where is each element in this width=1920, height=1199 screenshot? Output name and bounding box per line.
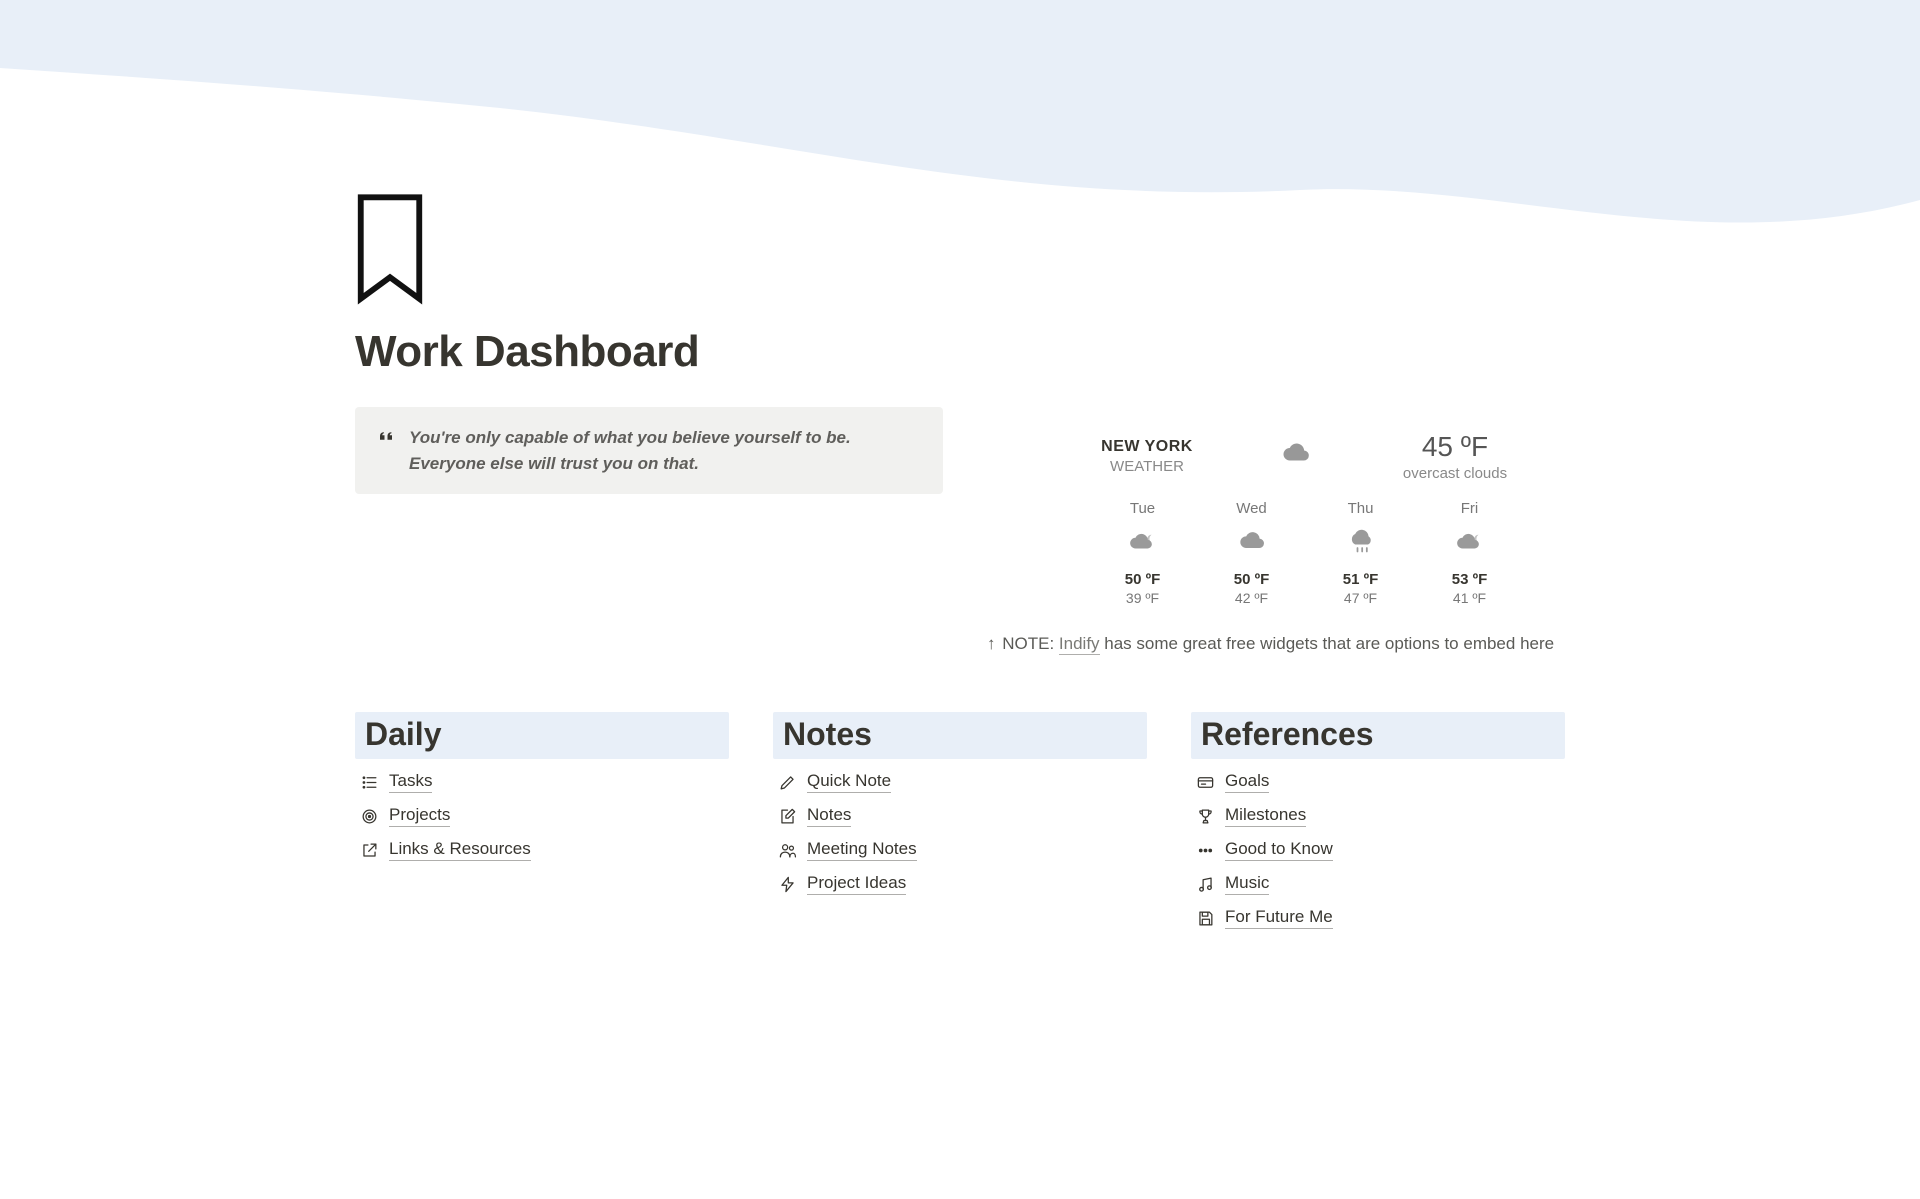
page-link[interactable]: Projects (355, 803, 729, 829)
page-link[interactable]: Links & Resources (355, 837, 729, 863)
section-heading[interactable]: Notes (773, 712, 1147, 759)
people-icon (777, 840, 797, 860)
dots-icon (1195, 840, 1215, 860)
list-icon (359, 772, 379, 792)
target-icon (359, 806, 379, 826)
quote-callout[interactable]: You're only capable of what you believe … (355, 407, 943, 494)
cloud-icon (1097, 527, 1188, 561)
forecast-day-name: Thu (1315, 500, 1406, 517)
forecast-day-name: Wed (1206, 500, 1297, 517)
forecast-day: Thu 51 ºF 47 ºF (1315, 500, 1406, 606)
page-icon-bookmark[interactable] (351, 190, 1565, 315)
weather-current-icon (1281, 438, 1311, 475)
forecast-high: 50 ºF (1097, 571, 1188, 588)
page-link-label: Project Ideas (807, 873, 906, 895)
widget-note: ↑ NOTE: Indify has some great free widge… (987, 634, 1565, 654)
page-link[interactable]: Meeting Notes (773, 837, 1147, 863)
page-title[interactable]: Work Dashboard (355, 327, 1565, 377)
weather-label: WEATHER (1097, 458, 1197, 475)
indify-link[interactable]: Indify (1059, 634, 1100, 655)
forecast-low: 41 ºF (1424, 590, 1515, 606)
section-column: Daily Tasks Projects Links & Resources (355, 712, 729, 931)
forecast-low: 47 ºF (1315, 590, 1406, 606)
quote-text: You're only capable of what you believe … (409, 425, 921, 476)
external-icon (359, 840, 379, 860)
page-link[interactable]: Project Ideas (773, 871, 1147, 897)
note-suffix: has some great free widgets that are opt… (1100, 634, 1555, 653)
cloud-icon (1424, 527, 1515, 561)
page-link[interactable]: Music (1191, 871, 1565, 897)
page-link[interactable]: Quick Note (773, 769, 1147, 795)
page-link-label: For Future Me (1225, 907, 1333, 929)
forecast-day: Fri 53 ºF 41 ºF (1424, 500, 1515, 606)
cloud-icon (1315, 527, 1406, 561)
weather-city: NEW YORK (1097, 438, 1197, 456)
page-link-label: Good to Know (1225, 839, 1333, 861)
page-link-label: Milestones (1225, 805, 1306, 827)
page-link[interactable]: Tasks (355, 769, 729, 795)
page-link-label: Quick Note (807, 771, 891, 793)
edit-icon (777, 806, 797, 826)
forecast-low: 42 ºF (1206, 590, 1297, 606)
page-link-label: Links & Resources (389, 839, 531, 861)
weather-current-desc: overcast clouds (1395, 465, 1515, 482)
trophy-icon (1195, 806, 1215, 826)
page-link[interactable]: Good to Know (1191, 837, 1565, 863)
forecast-low: 39 ºF (1097, 590, 1188, 606)
forecast-day-name: Tue (1097, 500, 1188, 517)
note-prefix: NOTE: (1002, 634, 1059, 653)
page-link[interactable]: Notes (773, 803, 1147, 829)
section-heading[interactable]: Daily (355, 712, 729, 759)
arrow-up-icon: ↑ (987, 634, 996, 653)
page-link-label: Tasks (389, 771, 432, 793)
page-link-label: Projects (389, 805, 450, 827)
forecast-high: 50 ºF (1206, 571, 1297, 588)
weather-widget: NEW YORK WEATHER 45 ºF overcast clouds T… (987, 431, 1565, 606)
page-link[interactable]: Milestones (1191, 803, 1565, 829)
page-link-label: Music (1225, 873, 1269, 895)
forecast-high: 53 ºF (1424, 571, 1515, 588)
save-icon (1195, 908, 1215, 928)
pencil-icon (777, 772, 797, 792)
page-link-label: Meeting Notes (807, 839, 917, 861)
music-icon (1195, 874, 1215, 894)
section-heading[interactable]: References (1191, 712, 1565, 759)
page-link-label: Notes (807, 805, 851, 827)
quote-icon (377, 427, 395, 476)
weather-current-temp: 45 ºF (1395, 431, 1515, 463)
page-link-label: Goals (1225, 771, 1269, 793)
forecast-high: 51 ºF (1315, 571, 1406, 588)
section-column: References Goals Milestones Good to Know Mus… (1191, 712, 1565, 931)
cloud-icon (1206, 527, 1297, 561)
lightning-icon (777, 874, 797, 894)
forecast-day: Wed 50 ºF 42 ºF (1206, 500, 1297, 606)
page-link[interactable]: For Future Me (1191, 905, 1565, 931)
forecast-day: Tue 50 ºF 39 ºF (1097, 500, 1188, 606)
forecast-day-name: Fri (1424, 500, 1515, 517)
section-column: Notes Quick Note Notes Meeting Notes Project… (773, 712, 1147, 931)
card-icon (1195, 772, 1215, 792)
page-link[interactable]: Goals (1191, 769, 1565, 795)
